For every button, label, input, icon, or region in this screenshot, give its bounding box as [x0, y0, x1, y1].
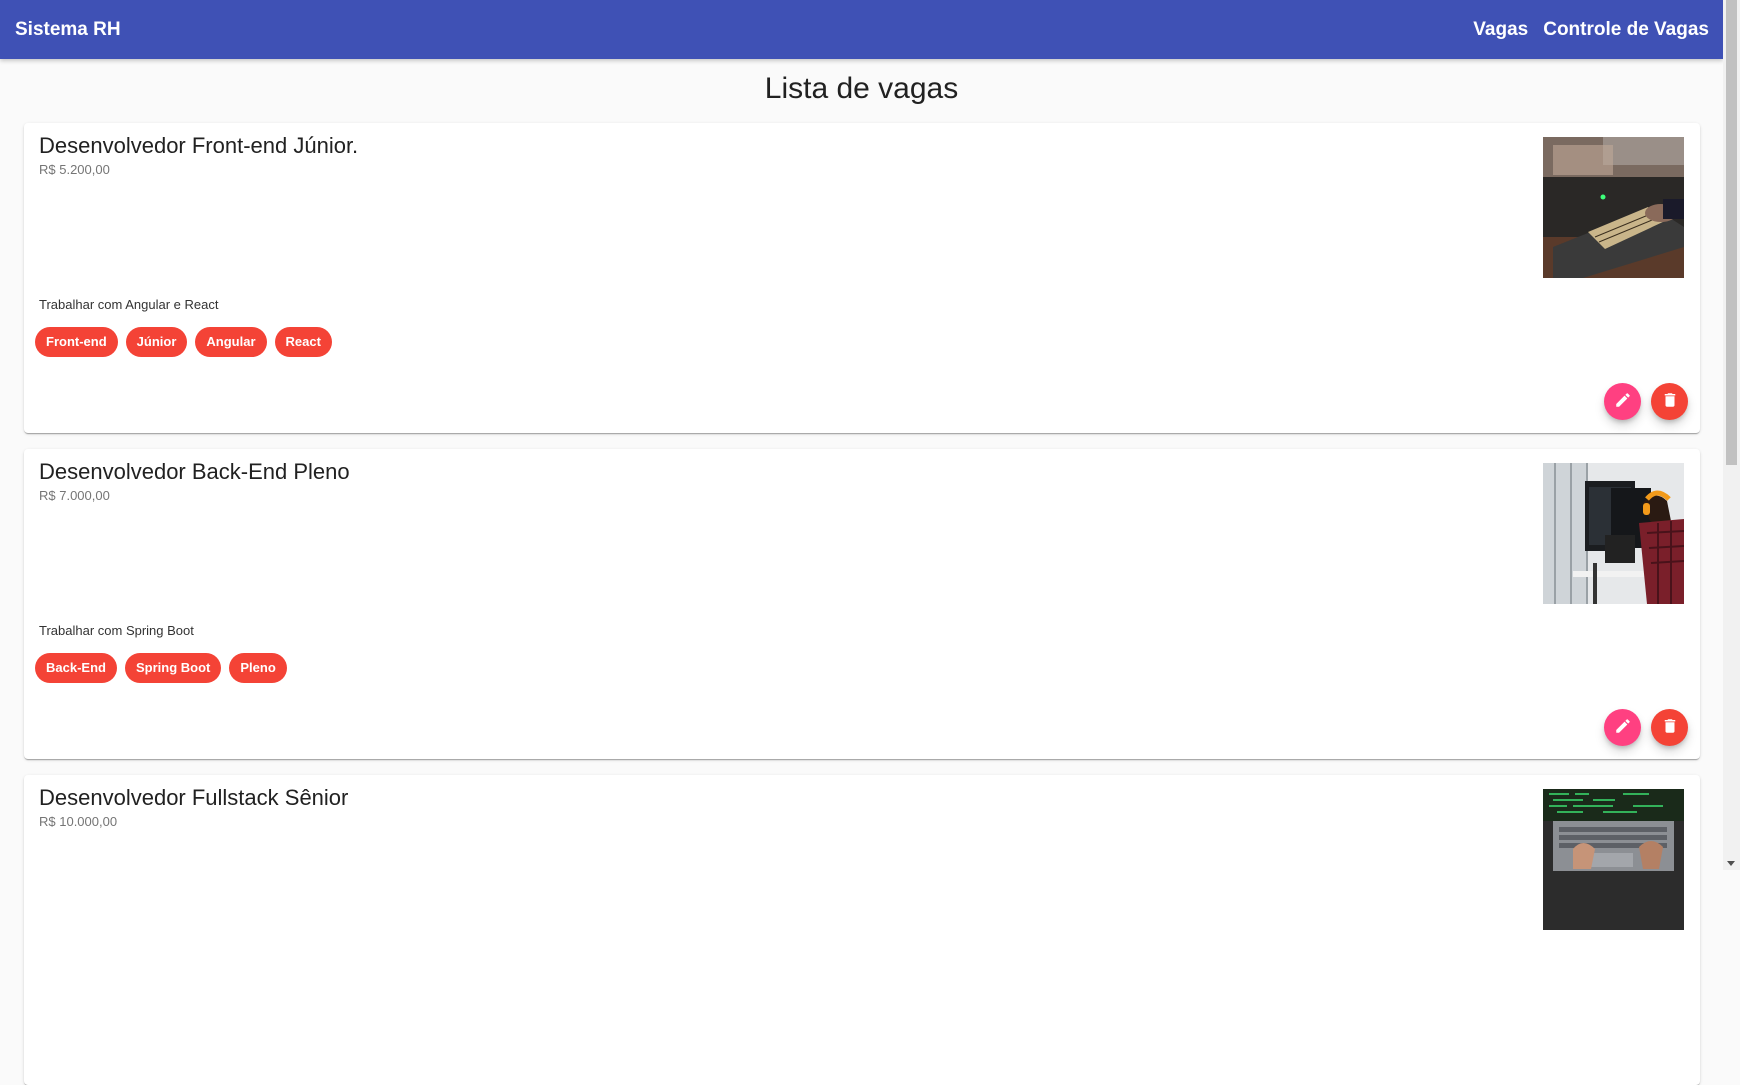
tag-chip[interactable]: React [274, 327, 332, 357]
job-description: Trabalhar com Angular e React [39, 297, 219, 312]
job-image [1543, 463, 1684, 604]
job-image [1543, 789, 1684, 930]
tag-chip[interactable]: Back-End [35, 653, 117, 683]
app-brand[interactable]: Sistema RH [15, 19, 121, 41]
card-actions [1604, 383, 1688, 420]
delete-button[interactable] [1651, 383, 1688, 420]
job-description: Trabalhar com Spring Boot [39, 623, 194, 638]
job-salary: R$ 5.200,00 [39, 162, 110, 177]
card-actions [1604, 709, 1688, 746]
page-title: Lista de vagas [764, 72, 959, 105]
job-tags: Front-end Júnior Angular React [35, 327, 332, 357]
tag-chip[interactable]: Pleno [229, 653, 287, 683]
job-tags: Back-End Spring Boot Pleno [35, 653, 287, 683]
job-title: Desenvolvedor Back-End Pleno [39, 459, 350, 484]
tag-chip[interactable]: Angular [195, 327, 267, 357]
tag-chip[interactable]: Front-end [35, 327, 118, 357]
job-image [1543, 137, 1684, 278]
job-card: Desenvolvedor Fullstack Sênior R$ 10.000… [24, 775, 1700, 1085]
scrollbar-thumb[interactable] [1726, 0, 1737, 465]
job-title: Desenvolvedor Fullstack Sênior [39, 785, 349, 810]
job-title: Desenvolvedor Front-end Júnior. [39, 133, 359, 158]
edit-button[interactable] [1604, 383, 1641, 420]
vertical-scrollbar[interactable] [1723, 0, 1740, 870]
tag-chip[interactable]: Spring Boot [124, 653, 222, 683]
trash-icon [1661, 391, 1679, 412]
job-salary: R$ 10.000,00 [39, 814, 118, 829]
nav-link-controle-vagas[interactable]: Controle de Vagas [1543, 19, 1709, 41]
scroll-down-arrow-icon[interactable] [1727, 861, 1735, 866]
job-card: Desenvolvedor Front-end Júnior. R$ 5.200… [24, 123, 1700, 433]
trash-icon [1661, 717, 1679, 738]
main-nav: Vagas Controle de Vagas [1473, 19, 1709, 41]
pencil-icon [1614, 717, 1632, 738]
edit-button[interactable] [1604, 709, 1641, 746]
top-toolbar: Sistema RH Vagas Controle de Vagas [0, 0, 1723, 59]
nav-link-vagas[interactable]: Vagas [1473, 19, 1528, 41]
pencil-icon [1614, 391, 1632, 412]
delete-button[interactable] [1651, 709, 1688, 746]
job-card: Desenvolvedor Back-End Pleno R$ 7.000,00… [24, 449, 1700, 759]
tag-chip[interactable]: Júnior [125, 327, 188, 357]
job-salary: R$ 7.000,00 [39, 488, 110, 503]
